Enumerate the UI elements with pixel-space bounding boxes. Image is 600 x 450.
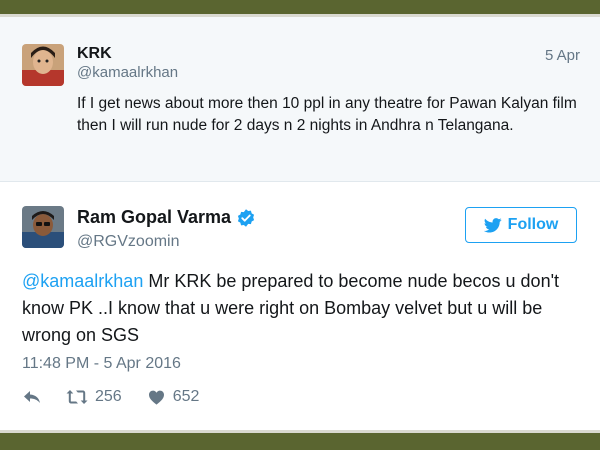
mention-link[interactable]: @kamaalrkhan	[22, 271, 143, 291]
heart-icon	[148, 390, 164, 405]
avatar[interactable]	[22, 206, 64, 248]
like-button[interactable]: 652	[148, 388, 200, 406]
tweet-date[interactable]: 5 Apr	[545, 47, 580, 64]
frame-bottom-band	[0, 430, 600, 450]
tweet-text: @kamaalrkhan Mr KRK be prepared to becom…	[22, 268, 582, 349]
follow-button[interactable]: Follow	[465, 207, 577, 243]
main-tweet: Ram Gopal Varma @RGVzoomin Follow @kamaa…	[0, 182, 600, 430]
user-name[interactable]: KRK	[77, 45, 112, 63]
like-count: 652	[172, 388, 200, 405]
reply-button[interactable]	[22, 389, 42, 405]
user-handle[interactable]: @RGVzoomin	[77, 233, 180, 251]
reply-icon	[24, 391, 40, 403]
avatar[interactable]	[22, 44, 64, 86]
verified-badge-icon	[237, 208, 255, 227]
frame-top-band	[0, 0, 600, 17]
follow-label: Follow	[507, 216, 559, 233]
user-name[interactable]: Ram Gopal Varma	[77, 207, 231, 228]
tweet-actions: 256 652	[22, 388, 199, 406]
twitter-bird-icon	[483, 217, 502, 233]
retweet-count: 256	[95, 388, 122, 405]
retweet-icon	[66, 390, 88, 404]
user-handle[interactable]: @kamaalrkhan	[77, 64, 178, 81]
tweet-text: If I get news about more then 10 ppl in …	[77, 95, 577, 134]
tweet-timestamp[interactable]: 11:48 PM - 5 Apr 2016	[22, 355, 181, 373]
quoted-tweet[interactable]: KRK @kamaalrkhan 5 Apr If I get news abo…	[0, 17, 600, 182]
retweet-button[interactable]: 256	[66, 388, 122, 406]
